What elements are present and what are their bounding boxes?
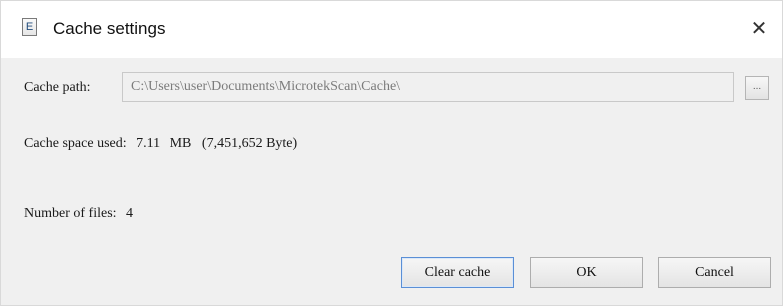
cache-path-label: Cache path: [24, 80, 91, 95]
cache-space-label: Cache space used: [24, 136, 127, 151]
browse-button[interactable]: ... [745, 76, 769, 100]
close-icon[interactable]: ✕ [746, 15, 772, 41]
dialog-content: Cache path: C:\Users\user\Documents\Micr… [1, 58, 782, 305]
cache-space-row: Cache space used: 7.11 MB (7,451,652 Byt… [24, 135, 297, 153]
file-count-label: Number of files: [24, 206, 117, 221]
file-count-value: 4 [126, 206, 134, 221]
cache-space-bytes: (7,451,652 Byte) [201, 136, 298, 151]
file-count-row: Number of files: 4 [24, 205, 133, 223]
cache-settings-dialog: E Cache settings ✕ Cache path: C:\Users\… [0, 0, 783, 306]
cancel-button[interactable]: Cancel [658, 257, 771, 288]
app-icon: E [22, 18, 37, 36]
ok-button[interactable]: OK [530, 257, 643, 288]
title-bar: E Cache settings ✕ [1, 1, 782, 58]
cache-space-value: 7.11 [136, 136, 161, 151]
clear-cache-button[interactable]: Clear cache [401, 257, 514, 288]
window-title: Cache settings [53, 19, 166, 38]
cache-space-unit: MB [169, 136, 192, 151]
cache-path-field[interactable]: C:\Users\user\Documents\MicrotekScan\Cac… [122, 72, 734, 102]
